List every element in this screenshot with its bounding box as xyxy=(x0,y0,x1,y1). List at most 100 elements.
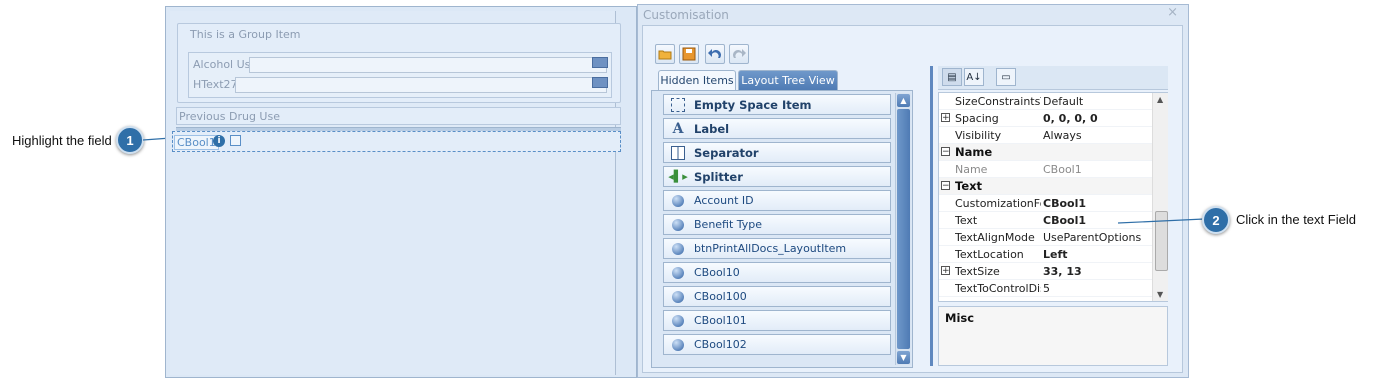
list-item-label: btnPrintAllDocs_LayoutItem xyxy=(694,242,847,255)
open-folder-icon[interactable] xyxy=(655,44,675,64)
list-item[interactable]: CBool100 xyxy=(663,286,891,307)
layout-canvas: This is a Group Item Alcohol Use HText27… xyxy=(170,11,621,375)
callout-2-line xyxy=(1118,218,1205,224)
list-item[interactable]: CBool101 xyxy=(663,310,891,331)
list-item[interactable]: A Label xyxy=(663,118,891,139)
field-row-alcohol-use[interactable]: Alcohol Use xyxy=(189,55,611,75)
splitter-icon: ◂▌▸ xyxy=(668,170,688,183)
field-row-htext27[interactable]: HText27 xyxy=(189,75,611,95)
cbool1-label[interactable]: CBool1 xyxy=(174,135,219,150)
property-row[interactable]: SizeConstraintsTypeDefault xyxy=(939,93,1153,110)
callout-1-text: Highlight the field xyxy=(12,133,112,148)
scroll-thumb[interactable] xyxy=(897,109,910,349)
customisation-body: Hidden Items Layout Tree View Empty Spac… xyxy=(642,25,1183,373)
property-pages-icon[interactable]: ▭ xyxy=(996,68,1016,86)
list-item[interactable]: CBool10 xyxy=(663,262,891,283)
field-icon xyxy=(670,337,686,353)
list-item[interactable]: CBool102 xyxy=(663,334,891,355)
scroll-up-icon[interactable]: ▲ xyxy=(897,94,910,107)
property-row[interactable]: Visibility Always xyxy=(939,127,1153,144)
expand-icon[interactable]: + xyxy=(941,266,950,276)
checkbox-icon[interactable] xyxy=(230,135,241,146)
property-description: Misc xyxy=(938,306,1168,366)
field-label: HText27 xyxy=(193,78,238,91)
htext27-input[interactable] xyxy=(235,77,607,93)
dropdown-button[interactable] xyxy=(592,77,608,88)
field-icon xyxy=(670,217,686,233)
window-title: Customisation xyxy=(643,8,729,22)
property-value[interactable]: CBool1 xyxy=(1043,214,1086,227)
redo-icon[interactable] xyxy=(729,44,749,64)
list-item-label: Empty Space Item xyxy=(694,97,812,112)
property-category[interactable]: − Name xyxy=(939,144,1153,161)
property-value[interactable]: CBool1 xyxy=(1043,197,1086,210)
sort-alphabetical-icon[interactable]: A↓ xyxy=(964,68,984,86)
property-value[interactable]: Always xyxy=(1043,129,1082,142)
pane-splitter[interactable] xyxy=(930,66,933,366)
property-value[interactable]: Left xyxy=(1043,248,1068,261)
property-row[interactable]: TextToControlDistance5 xyxy=(939,280,1153,297)
previous-drug-use-label: Previous Drug Use xyxy=(179,110,280,123)
empty-space-icon xyxy=(670,97,686,113)
layout-designer: This is a Group Item Alcohol Use HText27… xyxy=(165,6,637,378)
property-name: Spacing xyxy=(955,112,999,125)
property-name: Name xyxy=(955,163,988,176)
label-icon: A xyxy=(672,120,684,137)
field-icon xyxy=(670,289,686,305)
collapse-icon[interactable]: − xyxy=(941,181,950,191)
save-icon[interactable] xyxy=(679,44,699,64)
scroll-down-icon[interactable]: ▼ xyxy=(1157,290,1163,299)
property-row[interactable]: TextAlignMode UseParentOptions xyxy=(939,229,1153,246)
list-item[interactable]: ◂▌▸ Splitter xyxy=(663,166,891,187)
list-item[interactable]: Separator xyxy=(663,142,891,163)
list-item[interactable]: btnPrintAllDocs_LayoutItem xyxy=(663,238,891,259)
property-row[interactable]: + Spacing 0, 0, 0, 0 xyxy=(939,110,1153,127)
group-title: This is a Group Item xyxy=(190,28,301,41)
expand-icon[interactable]: + xyxy=(941,113,950,123)
scroll-down-icon[interactable]: ▼ xyxy=(897,351,910,364)
description-title: Misc xyxy=(945,311,975,325)
property-grid-toolbar: ▤ A↓ ▭ xyxy=(938,66,1168,90)
categorized-icon[interactable]: ▤ xyxy=(942,68,962,86)
callout-2-text: Click in the text Field xyxy=(1236,212,1356,227)
list-item-label: Benefit Type xyxy=(694,218,763,231)
dropdown-button[interactable] xyxy=(592,57,608,68)
list-item-label: Label xyxy=(694,121,730,136)
callout-2-badge: 2 xyxy=(1202,206,1230,234)
property-name: TextSize xyxy=(955,265,1000,278)
undo-icon[interactable] xyxy=(705,44,725,64)
property-value[interactable]: CBool1 xyxy=(1043,163,1082,176)
list-item-label: Splitter xyxy=(694,169,743,184)
field-icon xyxy=(670,313,686,329)
list-item[interactable]: Account ID xyxy=(663,190,891,211)
property-value[interactable]: UseParentOptions xyxy=(1043,231,1141,244)
property-scrollbar[interactable]: ▲ ▼ xyxy=(1152,93,1168,301)
info-icon[interactable]: i xyxy=(213,135,225,147)
fields-group: Alcohol Use HText27 xyxy=(188,52,612,98)
tab-hidden-items[interactable]: Hidden Items xyxy=(658,70,736,90)
property-value[interactable]: 0, 0, 0, 0 xyxy=(1043,112,1098,125)
list-item-label: Separator xyxy=(694,145,759,160)
property-row[interactable]: TextLocation Left xyxy=(939,246,1153,263)
category-label: Text xyxy=(955,179,983,193)
selected-cbool1-item[interactable]: CBool1 i xyxy=(172,131,621,152)
collapse-icon[interactable]: − xyxy=(941,147,950,157)
property-row[interactable]: + TextSize 33, 13 xyxy=(939,263,1153,280)
property-row[interactable]: Name CBool1 xyxy=(939,161,1153,178)
list-scrollbar[interactable]: ▲ ▼ xyxy=(895,93,911,365)
list-item-label: CBool10 xyxy=(694,266,740,279)
scroll-up-icon[interactable]: ▲ xyxy=(1157,95,1163,104)
previous-drug-use-item[interactable]: Previous Drug Use xyxy=(176,107,621,125)
property-value[interactable]: 5 xyxy=(1043,282,1050,295)
close-icon[interactable]: × xyxy=(1167,5,1178,20)
property-value[interactable]: 33, 13 xyxy=(1043,265,1082,278)
property-category[interactable]: − Text xyxy=(939,178,1153,195)
tab-layout-tree-view[interactable]: Layout Tree View xyxy=(738,70,838,90)
property-row[interactable]: CustomizationFormTextCBool1 xyxy=(939,195,1153,212)
list-item[interactable]: Empty Space Item xyxy=(663,94,891,115)
property-value[interactable]: Default xyxy=(1043,95,1083,108)
property-name: SizeConstraintsType xyxy=(955,95,1041,108)
list-item[interactable]: Benefit Type xyxy=(663,214,891,235)
alcohol-use-input[interactable] xyxy=(249,57,607,73)
group-item[interactable]: This is a Group Item Alcohol Use HText27 xyxy=(177,23,621,103)
